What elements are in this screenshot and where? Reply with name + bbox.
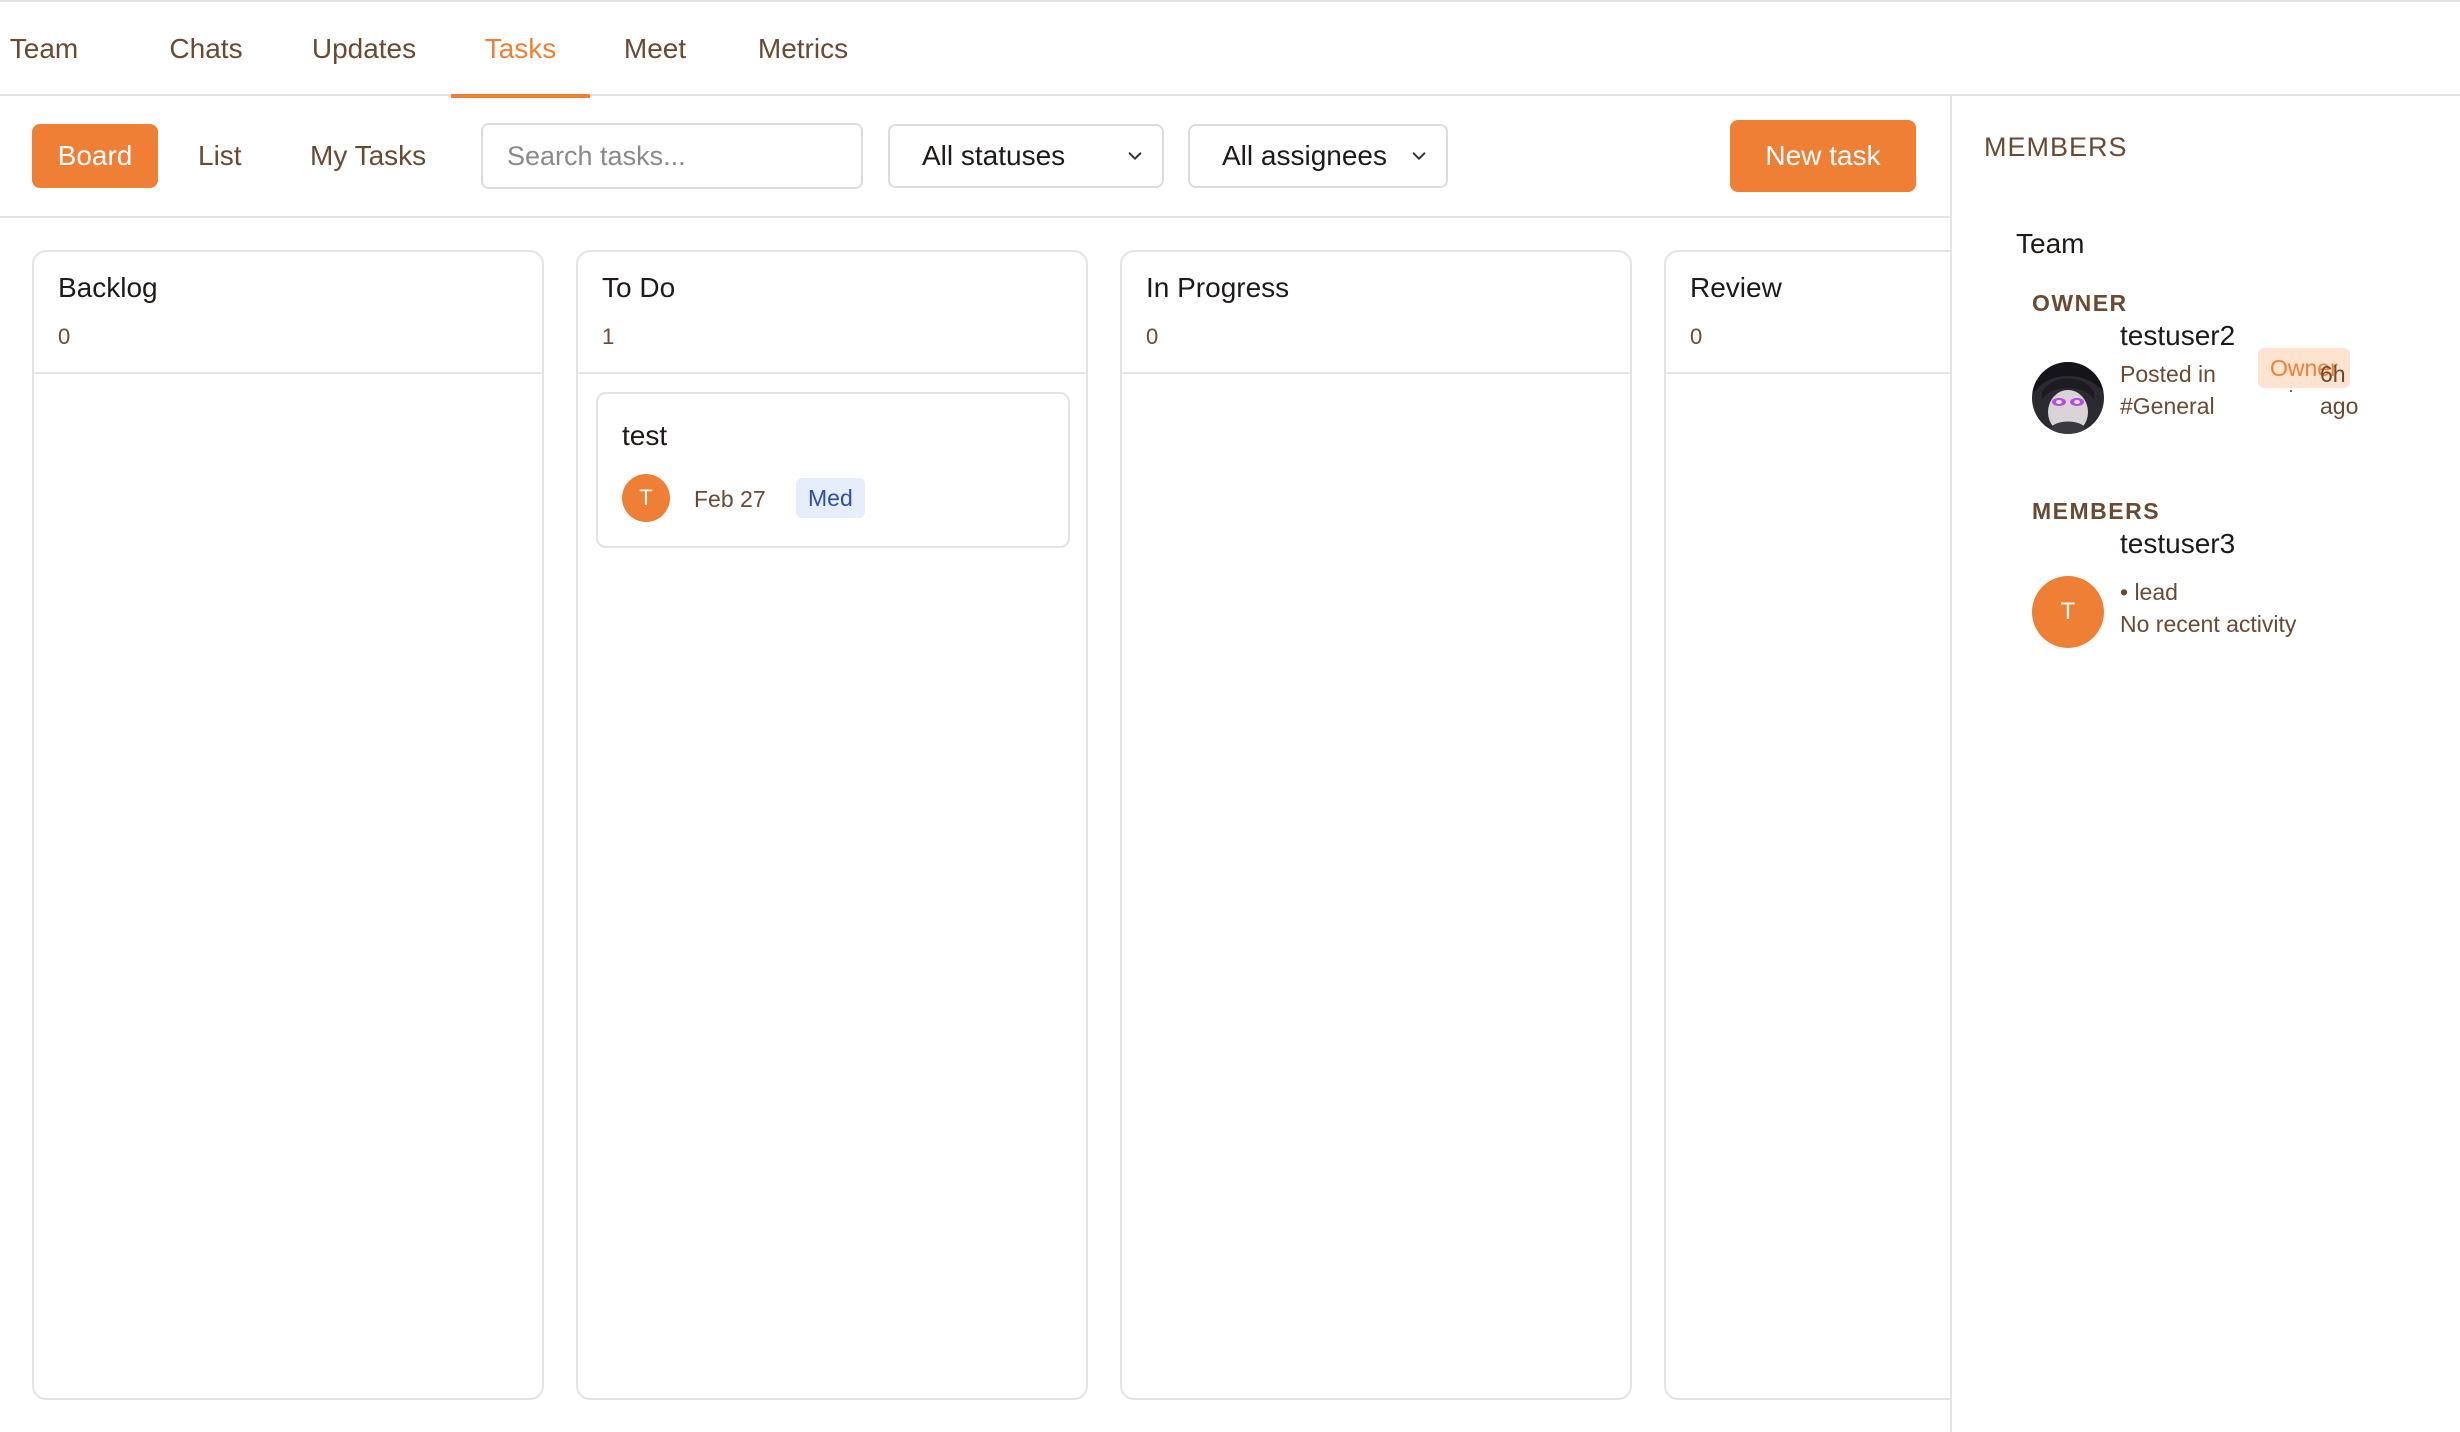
task-card[interactable]: test T Feb 27 Med [596, 392, 1070, 548]
avatar-image [2032, 362, 2104, 434]
column-header: Review 0 [1666, 252, 1950, 374]
owner-activity-channel: #General [2120, 393, 2215, 419]
new-task-button[interactable]: New task [1730, 120, 1916, 192]
owner-activity: Posted in #General [2120, 358, 2216, 422]
owner-activity-line1: Posted in [2120, 361, 2216, 387]
tab-metrics[interactable]: Metrics [751, 2, 855, 96]
tab-team[interactable]: Team [10, 2, 78, 96]
kanban-board: Backlog 0 To Do 1 test T Feb 27 Med In P… [0, 218, 1950, 1432]
chevron-down-icon [1128, 152, 1142, 160]
chevron-down-icon [1412, 152, 1426, 160]
member-name[interactable]: testuser3 [2120, 528, 2235, 560]
assignee-filter-value: All assignees [1222, 140, 1387, 171]
column-backlog: Backlog 0 [32, 250, 544, 1400]
column-title: Review [1690, 272, 1782, 303]
column-title: Backlog [58, 272, 158, 303]
task-title: test [622, 420, 668, 451]
list-view-button[interactable]: List [198, 124, 242, 188]
task-due-date: Feb 27 [694, 486, 766, 512]
member-role: • lead [2120, 579, 2178, 605]
owner-time-line1: 6h [2320, 361, 2346, 387]
column-in-progress: In Progress 0 [1120, 250, 1632, 1400]
top-tab-bar: Team Chats Updates Tasks Meet Metrics [0, 0, 2460, 98]
search-tasks-input[interactable] [481, 123, 863, 189]
status-filter-value: All statuses [922, 140, 1066, 171]
owner-avatar[interactable] [2032, 362, 2104, 434]
member-avatar[interactable]: T [2032, 576, 2104, 648]
owner-section-label: OWNER [2032, 290, 2128, 316]
tab-chats[interactable]: Chats [166, 2, 246, 96]
column-count: 0 [1690, 324, 1703, 349]
column-count: 0 [1146, 324, 1159, 349]
column-title: In Progress [1146, 272, 1290, 303]
members-panel-title: MEMBERS [1984, 132, 2128, 162]
owner-activity-time: 6h ago [2320, 358, 2358, 422]
priority-badge: Med [796, 478, 865, 518]
owner-name[interactable]: testuser2 [2120, 320, 2235, 352]
team-name: Team [2016, 228, 2085, 259]
column-to-do: To Do 1 test T Feb 27 Med [576, 250, 1088, 1400]
assignee-avatar: T [622, 474, 670, 522]
tab-meet[interactable]: Meet [621, 2, 689, 96]
status-filter-select[interactable]: All statuses [888, 124, 1164, 188]
members-section-label: MEMBERS [2032, 498, 2161, 524]
activity-separator-dot: · [2288, 380, 2294, 400]
assignee-filter-select[interactable]: All assignees [1188, 124, 1448, 188]
column-header: In Progress 0 [1122, 252, 1630, 374]
column-count: 1 [602, 324, 615, 349]
tab-tasks[interactable]: Tasks [451, 2, 590, 98]
column-header: Backlog 0 [34, 252, 542, 374]
members-panel: MEMBERS Team OWNER testuser2 Owner Poste… [1950, 96, 2460, 1432]
tab-updates[interactable]: Updates [306, 2, 422, 96]
column-title: To Do [602, 272, 676, 303]
app-root: Team Chats Updates Tasks Meet Metrics Bo… [0, 0, 2460, 1432]
tasks-toolbar: Board List My Tasks All statuses All ass… [0, 96, 1950, 218]
member-activity: No recent activity [2120, 611, 2297, 637]
my-tasks-view-button[interactable]: My Tasks [310, 124, 426, 188]
column-count: 0 [58, 324, 71, 349]
column-header: To Do 1 [578, 252, 1086, 374]
owner-time-line2: ago [2320, 393, 2359, 419]
column-review: Review 0 [1664, 250, 1950, 1400]
board-view-button[interactable]: Board [32, 124, 158, 188]
